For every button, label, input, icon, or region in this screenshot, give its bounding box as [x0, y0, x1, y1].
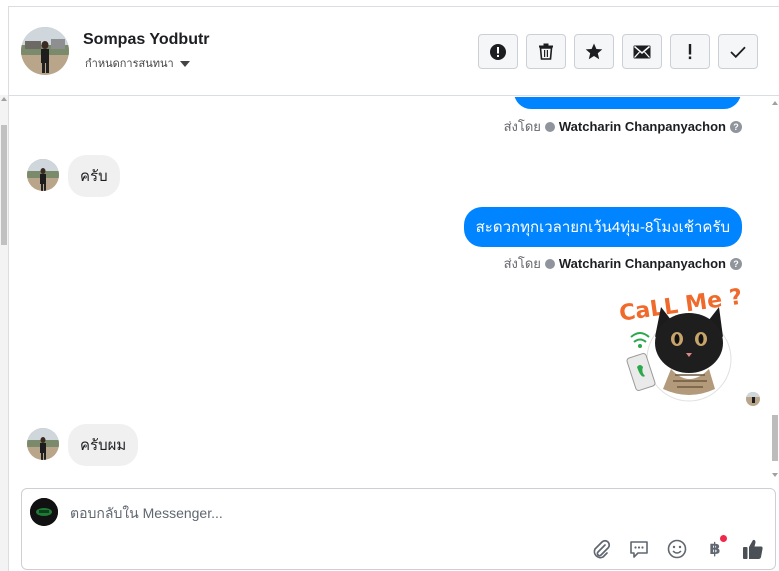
mark-unread-button[interactable]: [622, 34, 662, 69]
messenger-panel: Sompas Yodbutr กำหนดการสนทนา ส่งโดย Watc…: [8, 6, 779, 571]
notification-dot: [720, 535, 727, 542]
delete-button[interactable]: [526, 34, 566, 69]
scroll-down-arrow-icon[interactable]: [772, 473, 778, 477]
saved-replies-button[interactable]: [627, 537, 651, 561]
sender-name[interactable]: Watcharin Chanpanyachon: [559, 119, 726, 134]
star-button[interactable]: [574, 34, 614, 69]
paperclip-icon: [593, 539, 611, 559]
sent-by-label: ส่งโดย: [503, 119, 541, 134]
verified-icon: [544, 258, 555, 269]
help-icon[interactable]: ?: [730, 120, 742, 133]
page-scrollbar[interactable]: [0, 95, 8, 571]
seen-indicator-avatar: [746, 392, 760, 406]
payment-button[interactable]: ฿: [703, 535, 727, 561]
reply-composer: ฿: [21, 488, 776, 570]
thumbs-up-icon: [743, 539, 763, 559]
scrollbar-thumb[interactable]: [772, 415, 778, 461]
reply-input[interactable]: [70, 499, 590, 527]
header-actions: [478, 34, 758, 69]
exclamation-icon: [688, 43, 692, 59]
conversation-settings-label: กำหนดการสนทนา: [85, 58, 174, 70]
conversation-header: Sompas Yodbutr กำหนดการสนทนา: [9, 7, 779, 96]
sent-by-row: ส่งโดย Watcharin Chanpanyachon ?: [504, 253, 742, 274]
message-thread[interactable]: ส่งโดย Watcharin Chanpanyachon ? ครับ สะ…: [9, 97, 779, 481]
verified-icon: [544, 121, 555, 132]
sender-name[interactable]: Watcharin Chanpanyachon: [559, 256, 726, 271]
smiley-icon: [667, 539, 687, 559]
sent-by-row: ส่งโดย Watcharin Chanpanyachon ?: [504, 116, 742, 137]
thread-scrollbar[interactable]: [770, 97, 779, 481]
composer-tools: ฿: [589, 535, 765, 561]
emoji-button[interactable]: [665, 537, 689, 561]
baht-icon: ฿: [709, 541, 721, 558]
mark-done-button[interactable]: [718, 34, 758, 69]
help-icon[interactable]: ?: [730, 257, 742, 270]
contact-avatar[interactable]: [21, 27, 69, 75]
outgoing-message-bubble[interactable]: สะดวกทุกเวลายกเว้น4ทุ่ม-8โมงเช้าครับ: [463, 207, 742, 247]
cat-sticker-icon: CaLL Me ?: [618, 285, 744, 402]
scroll-up-arrow-icon[interactable]: [1, 97, 7, 101]
incoming-message-bubble[interactable]: ครับ: [68, 155, 120, 197]
contact-avatar-small[interactable]: [27, 428, 59, 460]
report-button[interactable]: [478, 34, 518, 69]
important-button[interactable]: [670, 34, 710, 69]
star-icon: [585, 43, 603, 60]
trash-icon: [539, 43, 553, 60]
conversation-settings-dropdown[interactable]: กำหนดการสนทนา: [85, 54, 190, 72]
chat-bubble-icon: [630, 541, 648, 558]
scroll-up-arrow-icon[interactable]: [772, 101, 778, 105]
contact-name[interactable]: Sompas Yodbutr: [83, 31, 210, 49]
check-icon: [730, 46, 746, 58]
contact-avatar-small[interactable]: [27, 159, 59, 191]
incoming-message-bubble[interactable]: ครับผม: [68, 424, 139, 466]
envelope-icon: [633, 45, 651, 58]
outgoing-message-bubble[interactable]: [514, 97, 741, 109]
attach-file-button[interactable]: [589, 537, 613, 561]
alert-circle-icon: [490, 43, 506, 60]
like-button[interactable]: [741, 537, 765, 561]
caret-down-icon: [179, 60, 190, 67]
page-avatar: [30, 498, 58, 526]
scrollbar-thumb[interactable]: [1, 125, 7, 245]
sent-by-label: ส่งโดย: [503, 256, 541, 271]
call-me-cat-sticker[interactable]: CaLL Me ?: [615, 277, 749, 403]
